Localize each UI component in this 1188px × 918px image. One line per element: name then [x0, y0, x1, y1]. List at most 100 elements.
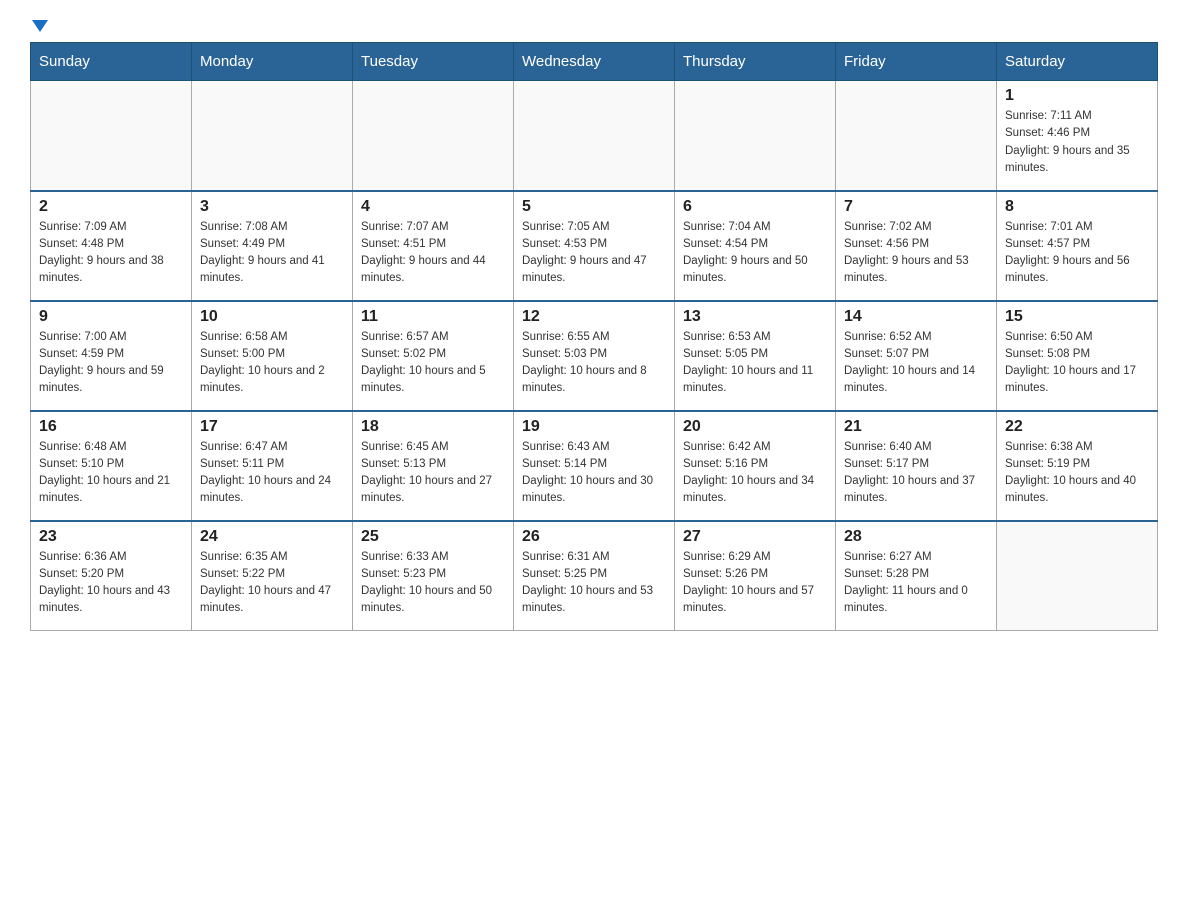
day-number: 25: [361, 528, 505, 546]
day-number: 13: [683, 308, 827, 326]
day-info: Sunrise: 6:48 AMSunset: 5:10 PMDaylight:…: [39, 439, 183, 508]
day-number: 1: [1005, 87, 1149, 105]
page-header: [30, 20, 1158, 32]
day-number: 22: [1005, 418, 1149, 436]
table-row: [514, 81, 675, 191]
table-row: 25 Sunrise: 6:33 AMSunset: 5:23 PMDayligh…: [353, 521, 514, 631]
day-number: 18: [361, 418, 505, 436]
header-monday: Monday: [192, 43, 353, 81]
day-number: 24: [200, 528, 344, 546]
day-number: 11: [361, 308, 505, 326]
table-row: 17 Sunrise: 6:47 AMSunset: 5:11 PMDayligh…: [192, 411, 353, 521]
logo-triangle-icon: [32, 20, 48, 32]
table-row: 11 Sunrise: 6:57 AMSunset: 5:02 PMDayligh…: [353, 301, 514, 411]
calendar-week-row: 1 Sunrise: 7:11 AMSunset: 4:46 PMDaylight…: [31, 81, 1158, 191]
table-row: 19 Sunrise: 6:43 AMSunset: 5:14 PMDayligh…: [514, 411, 675, 521]
day-info: Sunrise: 6:38 AMSunset: 5:19 PMDaylight:…: [1005, 439, 1149, 508]
day-info: Sunrise: 6:35 AMSunset: 5:22 PMDaylight:…: [200, 549, 344, 618]
table-row: 20Sunrise: 6:42 AMSunset: 5:16 PMDayligh…: [675, 411, 836, 521]
day-number: 7: [844, 198, 988, 216]
header-thursday: Thursday: [675, 43, 836, 81]
calendar-table: Sunday Monday Tuesday Wednesday Thursday…: [30, 42, 1158, 631]
day-info: Sunrise: 6:55 AMSunset: 5:03 PMDaylight:…: [522, 329, 666, 398]
day-info: Sunrise: 6:42 AMSunset: 5:16 PMDaylight:…: [683, 439, 827, 508]
table-row: 22 Sunrise: 6:38 AMSunset: 5:19 PMDayligh…: [997, 411, 1158, 521]
day-number: 16: [39, 418, 183, 436]
table-row: [353, 81, 514, 191]
day-number: 2: [39, 198, 183, 216]
logo: [30, 20, 48, 32]
table-row: 16 Sunrise: 6:48 AMSunset: 5:10 PMDayligh…: [31, 411, 192, 521]
header-saturday: Saturday: [997, 43, 1158, 81]
table-row: [836, 81, 997, 191]
day-info: Sunrise: 7:09 AMSunset: 4:48 PMDaylight:…: [39, 219, 183, 288]
day-info: Sunrise: 6:31 AMSunset: 5:25 PMDaylight:…: [522, 549, 666, 618]
day-number: 6: [683, 198, 827, 216]
day-number: 10: [200, 308, 344, 326]
day-number: 4: [361, 198, 505, 216]
day-info: Sunrise: 7:08 AMSunset: 4:49 PMDaylight:…: [200, 219, 344, 288]
day-number: 14: [844, 308, 988, 326]
day-info: Sunrise: 6:43 AMSunset: 5:14 PMDaylight:…: [522, 439, 666, 508]
table-row: 27Sunrise: 6:29 AMSunset: 5:26 PMDayligh…: [675, 521, 836, 631]
table-row: 26 Sunrise: 6:31 AMSunset: 5:25 PMDayligh…: [514, 521, 675, 631]
table-row: [31, 81, 192, 191]
table-row: 7 Sunrise: 7:02 AMSunset: 4:56 PMDaylight…: [836, 191, 997, 301]
day-info: Sunrise: 7:00 AMSunset: 4:59 PMDaylight:…: [39, 329, 183, 398]
day-info: Sunrise: 7:07 AMSunset: 4:51 PMDaylight:…: [361, 219, 505, 288]
table-row: 12 Sunrise: 6:55 AMSunset: 5:03 PMDayligh…: [514, 301, 675, 411]
table-row: 10 Sunrise: 6:58 AMSunset: 5:00 PMDayligh…: [192, 301, 353, 411]
day-number: 3: [200, 198, 344, 216]
day-info: Sunrise: 6:36 AMSunset: 5:20 PMDaylight:…: [39, 549, 183, 618]
day-info: Sunrise: 6:29 AMSunset: 5:26 PMDaylight:…: [683, 549, 827, 618]
table-row: [997, 521, 1158, 631]
day-info: Sunrise: 7:05 AMSunset: 4:53 PMDaylight:…: [522, 219, 666, 288]
day-info: Sunrise: 6:58 AMSunset: 5:00 PMDaylight:…: [200, 329, 344, 398]
day-info: Sunrise: 6:40 AMSunset: 5:17 PMDaylight:…: [844, 439, 988, 508]
day-info: Sunrise: 6:50 AMSunset: 5:08 PMDaylight:…: [1005, 329, 1149, 398]
table-row: 21Sunrise: 6:40 AMSunset: 5:17 PMDayligh…: [836, 411, 997, 521]
day-info: Sunrise: 6:47 AMSunset: 5:11 PMDaylight:…: [200, 439, 344, 508]
day-number: 9: [39, 308, 183, 326]
day-info: Sunrise: 7:01 AMSunset: 4:57 PMDaylight:…: [1005, 219, 1149, 288]
table-row: 5Sunrise: 7:05 AMSunset: 4:53 PMDaylight…: [514, 191, 675, 301]
table-row: 8 Sunrise: 7:01 AMSunset: 4:57 PMDaylight…: [997, 191, 1158, 301]
day-number: 23: [39, 528, 183, 546]
table-row: 14 Sunrise: 6:52 AMSunset: 5:07 PMDayligh…: [836, 301, 997, 411]
day-number: 15: [1005, 308, 1149, 326]
calendar-week-row: 9 Sunrise: 7:00 AMSunset: 4:59 PMDaylight…: [31, 301, 1158, 411]
table-row: 13 Sunrise: 6:53 AMSunset: 5:05 PMDayligh…: [675, 301, 836, 411]
day-number: 8: [1005, 198, 1149, 216]
header-sunday: Sunday: [31, 43, 192, 81]
day-info: Sunrise: 6:45 AMSunset: 5:13 PMDaylight:…: [361, 439, 505, 508]
day-number: 12: [522, 308, 666, 326]
day-info: Sunrise: 6:27 AMSunset: 5:28 PMDaylight:…: [844, 549, 988, 618]
day-info: Sunrise: 7:02 AMSunset: 4:56 PMDaylight:…: [844, 219, 988, 288]
day-number: 19: [522, 418, 666, 436]
table-row: 23 Sunrise: 6:36 AMSunset: 5:20 PMDayligh…: [31, 521, 192, 631]
table-row: 3 Sunrise: 7:08 AMSunset: 4:49 PMDaylight…: [192, 191, 353, 301]
calendar-week-row: 2 Sunrise: 7:09 AMSunset: 4:48 PMDaylight…: [31, 191, 1158, 301]
table-row: 15 Sunrise: 6:50 AMSunset: 5:08 PMDayligh…: [997, 301, 1158, 411]
day-info: Sunrise: 7:04 AMSunset: 4:54 PMDaylight:…: [683, 219, 827, 288]
table-row: 18 Sunrise: 6:45 AMSunset: 5:13 PMDayligh…: [353, 411, 514, 521]
table-row: 2 Sunrise: 7:09 AMSunset: 4:48 PMDaylight…: [31, 191, 192, 301]
day-number: 17: [200, 418, 344, 436]
day-info: Sunrise: 7:11 AMSunset: 4:46 PMDaylight:…: [1005, 108, 1149, 177]
table-row: 24 Sunrise: 6:35 AMSunset: 5:22 PMDayligh…: [192, 521, 353, 631]
table-row: [192, 81, 353, 191]
table-row: 4 Sunrise: 7:07 AMSunset: 4:51 PMDaylight…: [353, 191, 514, 301]
day-info: Sunrise: 6:52 AMSunset: 5:07 PMDaylight:…: [844, 329, 988, 398]
header-wednesday: Wednesday: [514, 43, 675, 81]
header-friday: Friday: [836, 43, 997, 81]
table-row: [675, 81, 836, 191]
header-tuesday: Tuesday: [353, 43, 514, 81]
table-row: 9 Sunrise: 7:00 AMSunset: 4:59 PMDaylight…: [31, 301, 192, 411]
day-number: 26: [522, 528, 666, 546]
weekday-header-row: Sunday Monday Tuesday Wednesday Thursday…: [31, 43, 1158, 81]
table-row: 1 Sunrise: 7:11 AMSunset: 4:46 PMDaylight…: [997, 81, 1158, 191]
day-info: Sunrise: 6:33 AMSunset: 5:23 PMDaylight:…: [361, 549, 505, 618]
day-info: Sunrise: 6:53 AMSunset: 5:05 PMDaylight:…: [683, 329, 827, 398]
day-info: Sunrise: 6:57 AMSunset: 5:02 PMDaylight:…: [361, 329, 505, 398]
day-number: 28: [844, 528, 988, 546]
